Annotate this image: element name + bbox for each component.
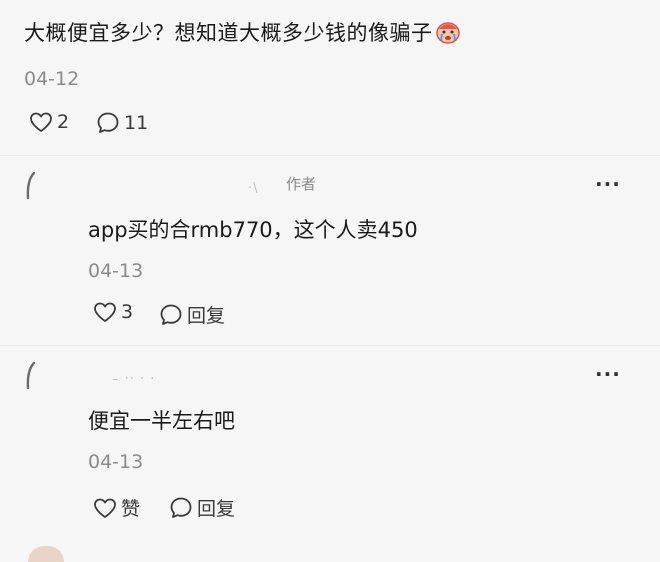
reply-1-more-icon[interactable]: ··· (595, 172, 621, 196)
reply-1-date: 04-13 (88, 260, 144, 282)
speech-bubble-icon (159, 303, 183, 326)
heart-outline-icon (93, 497, 117, 519)
post-date: 04-12 (24, 68, 80, 90)
reply-1-author-tag: 作者 (286, 175, 317, 193)
post-like-button[interactable]: 2 (29, 111, 69, 133)
reply-1-author-name[interactable]: ·\ (248, 181, 259, 196)
speech-bubble-icon (169, 496, 193, 519)
post-text-content: 大概便宜多少？想知道大概多少钱的像骗子 (24, 21, 433, 45)
reply-2-reply-button[interactable]: 回复 (169, 494, 235, 521)
divider (0, 345, 660, 346)
heart-outline-icon (29, 111, 53, 133)
reply-2-like-label: 赞 (121, 498, 141, 520)
post-like-count: 2 (57, 111, 70, 133)
post-comment-count: 11 (124, 111, 149, 134)
heart-outline-icon (93, 301, 117, 323)
reply-2-reply-label: 回复 (197, 498, 236, 520)
reply-2-like-button[interactable]: 赞 (93, 494, 140, 521)
next-reply-avatar[interactable] (28, 546, 64, 562)
reply-1-reply-label: 回复 (187, 305, 226, 327)
reply-2-date: 04-13 (88, 451, 144, 473)
crying-face-emoji-icon (435, 20, 461, 44)
reply-1-reply-button[interactable]: 回复 (159, 301, 225, 328)
post-text: 大概便宜多少？想知道大概多少钱的像骗子 (24, 17, 461, 47)
reply-2-more-icon[interactable]: ··· (595, 362, 621, 386)
reply-1-like-button[interactable]: 3 (93, 301, 133, 323)
reply-1-avatar[interactable] (24, 170, 38, 200)
reply-2-avatar[interactable] (24, 360, 38, 390)
post-comment-button[interactable]: 11 (96, 111, 148, 134)
reply-1-text: app买的合rmb770，这个人卖450 (88, 218, 418, 242)
reply-1-like-count: 3 (121, 301, 134, 323)
reply-2-author-name[interactable]: – ·· · · (112, 372, 155, 387)
reply-2-text: 便宜一半左右吧 (88, 409, 235, 433)
speech-bubble-icon (96, 111, 120, 134)
divider (0, 155, 660, 156)
